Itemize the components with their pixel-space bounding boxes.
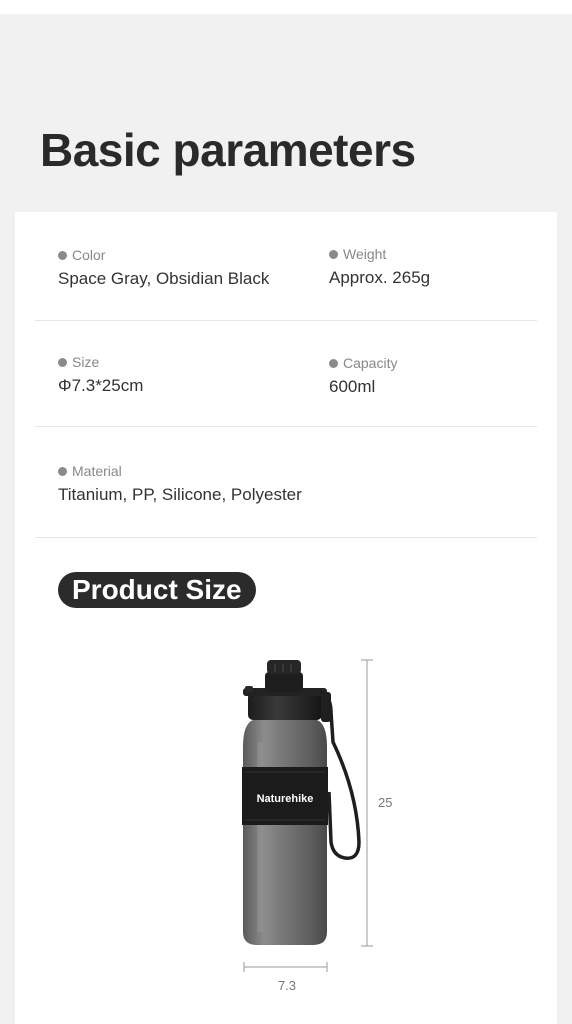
page-title: Basic parameters bbox=[40, 124, 416, 176]
bottle-cap bbox=[248, 692, 322, 720]
param-size: Size Φ7.3*25cm bbox=[58, 353, 143, 397]
param-weight: Weight Approx. 265g bbox=[329, 245, 430, 289]
divider bbox=[35, 320, 537, 321]
param-capacity: Capacity 600ml bbox=[329, 354, 397, 398]
top-strip bbox=[0, 0, 572, 14]
param-weight-label: Weight bbox=[343, 246, 387, 262]
bottle-illustration: 25 Naturehike 7.3 bbox=[242, 659, 392, 993]
bottle-body bbox=[243, 720, 327, 945]
param-size-label: Size bbox=[72, 354, 100, 370]
height-dimension-label: 25 bbox=[378, 795, 392, 810]
param-material-value: Titanium, PP, Silicone, Polyester bbox=[58, 485, 302, 504]
brand-logo-text: Naturehike bbox=[257, 793, 314, 805]
product-size-title: Product Size bbox=[58, 572, 256, 608]
param-color-label: Color bbox=[72, 247, 106, 263]
param-color: Color Space Gray, Obsidian Black bbox=[58, 246, 269, 290]
param-material: Material Titanium, PP, Silicone, Polyest… bbox=[58, 462, 302, 506]
parameters-card: Color Space Gray, Obsidian Black Weight … bbox=[15, 212, 557, 1024]
param-color-value: Space Gray, Obsidian Black bbox=[58, 269, 270, 288]
param-size-value: Φ7.3*25cm bbox=[58, 376, 144, 395]
param-capacity-value: 600ml bbox=[329, 377, 376, 396]
width-dimension-label: 7.3 bbox=[278, 978, 296, 993]
bullet-dot-icon bbox=[329, 249, 338, 259]
param-capacity-label: Capacity bbox=[343, 355, 398, 371]
bullet-dot-icon bbox=[58, 357, 67, 367]
param-material-label: Material bbox=[72, 463, 122, 479]
bullet-dot-icon bbox=[58, 466, 67, 476]
param-weight-value: Approx. 265g bbox=[329, 268, 431, 287]
divider bbox=[35, 537, 537, 538]
bullet-dot-icon bbox=[329, 358, 338, 368]
bullet-dot-icon bbox=[58, 250, 67, 260]
divider bbox=[35, 426, 537, 427]
